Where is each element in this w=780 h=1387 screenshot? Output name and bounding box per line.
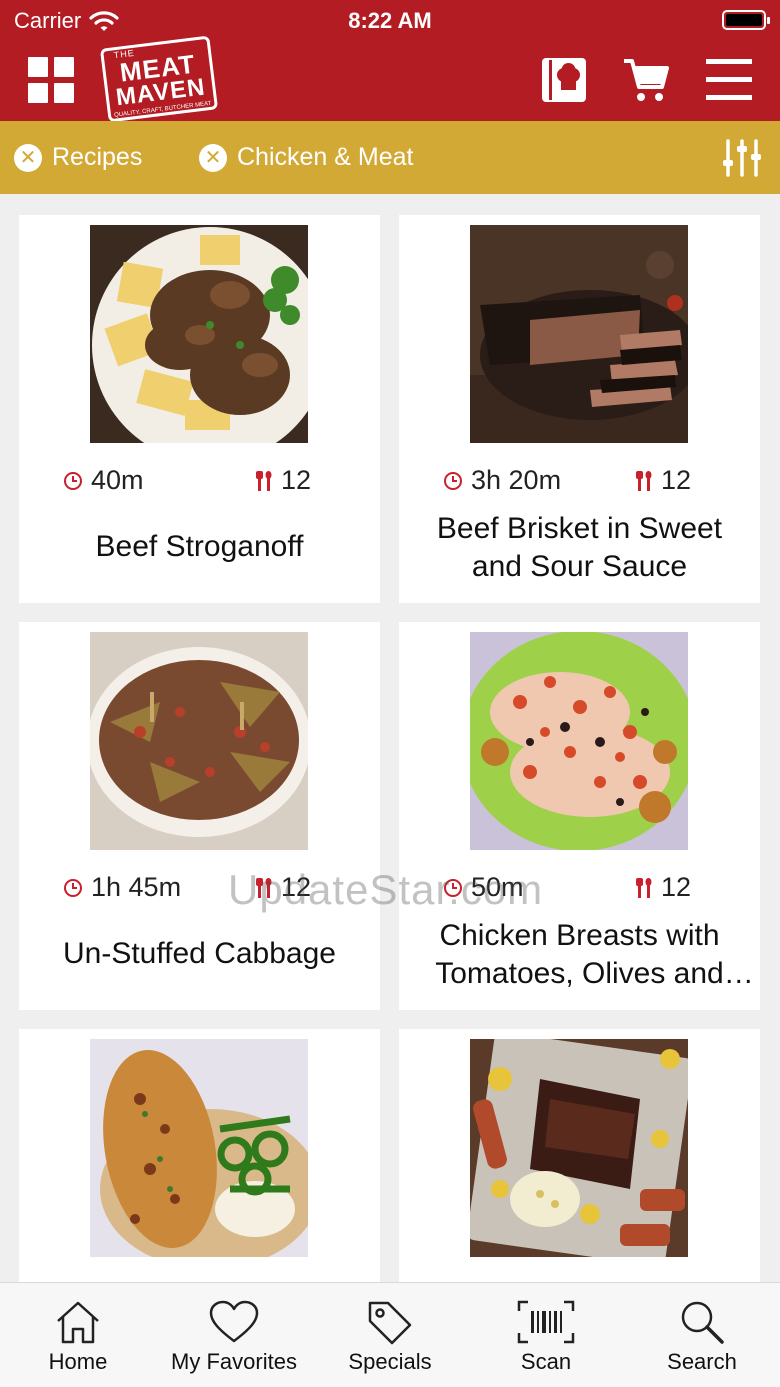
utensils-icon [636,470,652,491]
tab-label: Search [667,1349,737,1374]
recipe-image[interactable] [470,1039,688,1257]
recipe-time: 40m [63,465,144,496]
recipe-servings-value: 12 [281,465,312,495]
tab-label: My Favorites [171,1349,297,1374]
recipe-time-value: 40m [91,465,144,495]
recipe-servings: 12 [635,872,691,903]
search-icon [681,1301,724,1344]
recipe-image-chicken-breasts[interactable] [470,632,688,850]
heart-icon [209,1300,259,1343]
filter-chip-label: Recipes [52,143,143,171]
recipe-card[interactable] [19,1029,380,1282]
tab-home[interactable]: Home [0,1283,156,1387]
status-time: 8:22 AM [348,8,432,33]
filter-chip-recipes[interactable]: ✕ Recipes [14,121,142,194]
recipe-servings-value: 12 [661,872,692,902]
clock-icon [444,471,462,490]
recipe-title[interactable]: Beef Stroganoff [29,528,370,566]
tab-bar: Home My Favorites Specials Scan Search [0,1282,780,1387]
filter-bar: ✕ Recipes ✕ Chicken & Meat [0,121,780,194]
recipe-servings: 12 [255,465,311,496]
recipe-card[interactable]: 50m 12 Chicken Breasts with Tomatoes, Ol… [399,622,760,1010]
recipe-title[interactable]: Un-Stuffed Cabbage [29,935,370,973]
home-icon [57,1301,99,1344]
recipe-image-beef-brisket[interactable] [470,225,688,443]
clock-icon [64,878,82,897]
tab-label: Home [48,1349,108,1374]
clock-icon [64,471,82,490]
recipe-meta: 40m 12 [19,465,380,499]
recipe-servings: 12 [635,465,691,496]
recipe-card[interactable]: 3h 20m 12 Beef Brisket in Sweet and Sour… [399,215,760,603]
recipe-image[interactable] [90,1039,308,1257]
recipe-time-value: 3h 20m [471,465,562,495]
recipe-title[interactable]: Chicken Breasts with Tomatoes, Olives an… [409,917,750,993]
meat-maven-logo[interactable]: THE MEAT MAVEN QUALITY, CRAFT, BUTCHER M… [99,35,219,123]
tab-label: Specials [348,1349,432,1374]
filter-chip-chicken-meat[interactable]: ✕ Chicken & Meat [199,121,413,194]
recipe-image-un-stuffed-cabbage[interactable] [90,632,308,850]
recipe-servings-value: 12 [661,465,692,495]
tab-specials[interactable]: Specials [312,1283,468,1387]
utensils-icon [256,470,272,491]
app-header: Carrier 8:22 AM THE MEAT MAVEN QUALITY, … [0,0,780,123]
recipe-card[interactable] [399,1029,760,1282]
tab-label: Scan [520,1349,572,1374]
recipe-grid: 40m 12 Beef Stroganoff 3h 20m 12 Beef Br… [0,194,780,1282]
recipe-image-beef-stroganoff[interactable] [90,225,308,443]
tab-scan[interactable]: Scan [468,1283,624,1387]
recipe-meta: 3h 20m 12 [399,465,760,499]
recipe-time: 1h 45m [63,872,181,903]
recipe-title[interactable]: Beef Brisket in Sweet and Sour Sauce [409,510,750,586]
close-icon[interactable]: ✕ [14,143,42,172]
chef-hat-icon[interactable] [540,56,588,104]
menu-icon[interactable] [705,56,753,104]
filter-chip-label: Chicken & Meat [237,143,414,171]
watermark: UpdateStar.com [228,866,544,913]
recipe-time-value: 1h 45m [91,872,182,902]
tab-my-favorites[interactable]: My Favorites [156,1283,312,1387]
status-bar: Carrier 8:22 AM [0,0,780,40]
close-icon[interactable]: ✕ [199,143,227,172]
cart-icon[interactable] [622,56,670,104]
battery-icon [722,10,770,30]
tag-icon [368,1301,412,1345]
recipe-card[interactable]: 40m 12 Beef Stroganoff [19,215,380,603]
barcode-icon [517,1300,575,1344]
recipe-card[interactable]: 1h 45m 12 Un-Stuffed Cabbage [19,622,380,1010]
grid-view-icon[interactable] [28,57,74,103]
sliders-icon[interactable] [722,138,762,178]
utensils-icon [636,877,652,898]
tab-search[interactable]: Search [624,1283,780,1387]
recipe-time: 3h 20m [443,465,561,496]
